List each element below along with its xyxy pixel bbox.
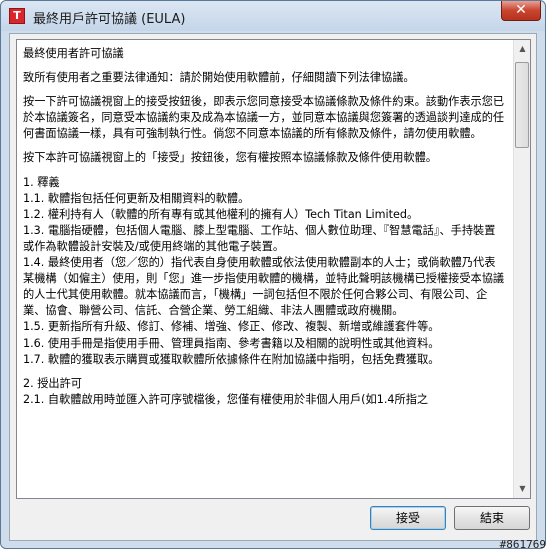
eula-license-section: 2. 授出許可 2.1. 自軟體啟用時並匯入許可序號檔後，您僅有權使用於非個人用… [23,376,429,406]
vertical-scrollbar[interactable]: ▲ ▼ [513,40,530,498]
eula-text-content: 最終使用者許可協議 致所有使用者之重要法律通知：請於開始使用軟體前，仔細閱讀下列… [23,46,505,408]
scrollbar-thumb[interactable] [515,62,529,148]
close-window-button[interactable]: ✕ [501,1,541,21]
title-bar[interactable]: T 最終用戶許可協議 (EULA) ✕ [1,1,545,31]
window-title: 最終用戶許可協議 (EULA) [33,12,186,27]
scroll-up-arrow-icon[interactable]: ▲ [515,41,530,57]
watermark-label: #861769 [499,538,546,551]
eula-definitions-section: 1. 釋義 1.1. 軟體指包括任何更新及相關資料的軟體。 1.2. 權利持有人… [23,175,505,366]
eula-text-area[interactable]: 最終使用者許可協議 致所有使用者之重要法律通知：請於開始使用軟體前，仔細閱讀下列… [16,39,531,499]
eula-heading: 最終使用者許可協議 [23,47,124,60]
dialog-client-area: 最終使用者許可協議 致所有使用者之重要法律通知：請於開始使用軟體前，仔細閱讀下列… [9,33,537,541]
close-icon: ✕ [515,2,527,18]
eula-rights-paragraph: 按下本許可協議視窗上的「接受」按鈕後，您有權按照本協議條款及條件使用軟體。 [23,151,437,165]
close-button[interactable]: 結束 [454,506,530,530]
scroll-down-arrow-icon[interactable]: ▼ [515,481,530,497]
eula-dialog-window: T 最終用戶許可協議 (EULA) ✕ 最終使用者許可協議 致所有使用者之重要法… [0,0,546,549]
accept-button[interactable]: 接受 [370,506,446,530]
eula-notice: 致所有使用者之重要法律通知：請於開始使用軟體前，仔細閱讀下列法律協議。 [23,71,415,85]
app-logo-icon: T [9,8,25,24]
eula-acceptance-paragraph: 按一下許可協議視窗上的接受按鈕後，即表示您同意接受本協議條款及條件約束。該動作表… [23,95,505,141]
